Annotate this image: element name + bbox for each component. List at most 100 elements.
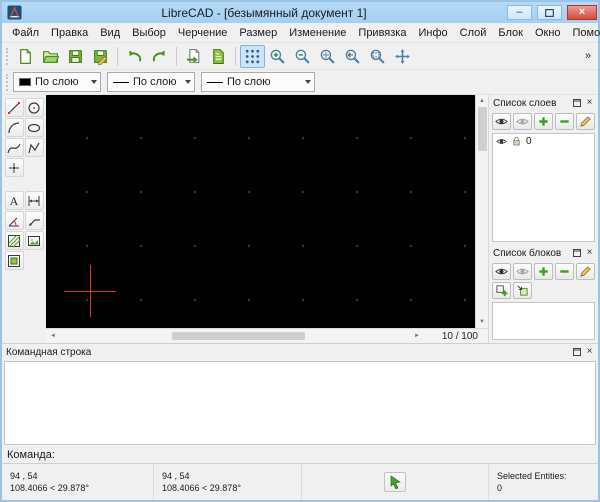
menu-layer[interactable]: Слой — [454, 25, 493, 41]
snap-indicator-button[interactable] — [384, 472, 406, 492]
undo-button[interactable] — [122, 45, 147, 68]
layer-panel-close-button[interactable]: × — [583, 97, 596, 110]
layer-row[interactable]: 0 — [493, 134, 594, 149]
tool-arc[interactable] — [4, 118, 24, 137]
print-preview-button[interactable] — [181, 45, 206, 68]
tool-circle[interactable] — [24, 98, 44, 117]
block-list[interactable] — [492, 302, 595, 340]
plus-icon — [539, 267, 548, 276]
drawing-canvas[interactable] — [46, 95, 475, 328]
add-block-button[interactable] — [534, 263, 553, 280]
add-layer-button[interactable] — [534, 113, 553, 130]
leader-icon — [29, 218, 40, 226]
chevron-down-icon — [91, 80, 97, 84]
command-input[interactable] — [60, 448, 593, 461]
window-title: LibreCAD - [безымянный документ 1] — [161, 5, 367, 20]
titlebar[interactable]: LibreCAD - [безымянный документ 1] – × — [2, 2, 598, 23]
image-icon — [28, 235, 40, 246]
command-panel-float-button[interactable] — [570, 346, 583, 359]
menu-view[interactable]: Вид — [94, 25, 126, 41]
zoom-previous-button[interactable] — [340, 45, 365, 68]
menu-help[interactable]: Помощь — [567, 25, 600, 41]
edit-layer-button[interactable] — [576, 113, 595, 130]
zoom-out-icon — [295, 49, 310, 64]
scroll-right-icon[interactable]: ► — [410, 333, 424, 339]
menu-file[interactable]: Файл — [6, 25, 45, 41]
scroll-left-icon[interactable]: ◄ — [46, 333, 60, 339]
block-panel-close-button[interactable]: × — [583, 247, 596, 260]
menu-info[interactable]: Инфо — [412, 25, 453, 41]
menu-window[interactable]: Окно — [529, 25, 567, 41]
grid-snap-button[interactable] — [240, 44, 265, 68]
create-block-button[interactable] — [492, 282, 511, 299]
save-button[interactable] — [63, 45, 88, 68]
cad-tool-palette: A — [2, 95, 46, 343]
zoom-window-button[interactable] — [365, 45, 390, 68]
block-toolbar — [489, 261, 598, 301]
pencil-icon — [580, 266, 591, 277]
vertical-scroll-thumb[interactable] — [477, 107, 487, 151]
menu-edit[interactable]: Правка — [45, 25, 94, 41]
zoom-in-button[interactable] — [265, 45, 290, 68]
tool-dim-angular[interactable] — [4, 211, 24, 230]
tool-leader[interactable] — [24, 211, 44, 230]
minimize-button[interactable]: – — [507, 5, 532, 20]
plus-icon — [539, 117, 548, 126]
show-all-blocks-button[interactable] — [492, 263, 511, 280]
horizontal-scroll-track[interactable] — [60, 329, 410, 343]
scroll-up-icon[interactable]: ▲ — [479, 95, 485, 107]
maximize-button[interactable] — [537, 5, 562, 20]
tool-text[interactable]: A — [4, 191, 24, 210]
tool-polyline[interactable] — [24, 138, 44, 157]
new-document-button[interactable] — [13, 45, 38, 68]
menu-snap[interactable]: Привязка — [352, 25, 412, 41]
menu-draw[interactable]: Черчение — [172, 25, 234, 41]
remove-layer-button[interactable] — [555, 113, 574, 130]
block-panel-float-button[interactable] — [570, 247, 583, 260]
toolbar-overflow-button[interactable]: » — [580, 50, 596, 62]
horizontal-scroll-thumb[interactable] — [171, 332, 305, 340]
menu-modify[interactable]: Изменение — [283, 25, 352, 41]
redo-button[interactable] — [147, 45, 172, 68]
command-history[interactable] — [4, 361, 596, 445]
menu-select[interactable]: Выбор — [126, 25, 172, 41]
menu-block[interactable]: Блок — [492, 25, 529, 41]
linetype-sample-icon — [207, 81, 223, 83]
zoom-out-button[interactable] — [290, 45, 315, 68]
tool-image[interactable] — [24, 231, 44, 250]
pen-width-select[interactable]: По слою — [107, 72, 195, 92]
layer-panel-float-button[interactable] — [570, 97, 583, 110]
tool-spline[interactable] — [4, 138, 24, 157]
zoom-pan-button[interactable] — [390, 45, 415, 68]
command-panel-close-button[interactable]: × — [583, 346, 596, 359]
tool-ellipse[interactable] — [24, 118, 44, 137]
save-as-button[interactable] — [88, 45, 113, 68]
menu-dimension[interactable]: Размер — [233, 25, 283, 41]
show-all-layers-button[interactable] — [492, 113, 511, 130]
pen-color-select[interactable]: По слою — [13, 72, 101, 92]
toolbar-grip[interactable] — [6, 47, 9, 65]
zoom-auto-button[interactable] — [315, 45, 340, 68]
hide-all-blocks-button[interactable] — [513, 263, 532, 280]
pen-width-value: По слою — [133, 76, 177, 88]
drawing-area: ▲ ▼ ◄ ► 10 / 100 — [46, 95, 488, 343]
close-button[interactable]: × — [567, 5, 597, 20]
insert-block-button[interactable] — [513, 282, 532, 299]
tool-dimension[interactable] — [24, 191, 44, 210]
tool-hatch[interactable] — [4, 231, 24, 250]
minus-icon — [560, 270, 569, 273]
hide-all-layers-button[interactable] — [513, 113, 532, 130]
scroll-down-icon[interactable]: ▼ — [479, 316, 485, 328]
export-button[interactable] — [206, 45, 231, 68]
open-file-button[interactable] — [38, 45, 63, 68]
circle-icon — [28, 101, 40, 114]
tool-block[interactable] — [4, 251, 24, 270]
edit-block-button[interactable] — [576, 263, 595, 280]
vertical-scrollbar[interactable]: ▲ ▼ — [475, 95, 488, 328]
tool-point[interactable] — [4, 158, 24, 177]
save-icon — [69, 49, 82, 63]
toolbar-grip[interactable] — [6, 73, 9, 91]
tool-line[interactable] — [4, 98, 24, 117]
remove-block-button[interactable] — [555, 263, 574, 280]
pen-linetype-select[interactable]: По слою — [201, 72, 315, 92]
